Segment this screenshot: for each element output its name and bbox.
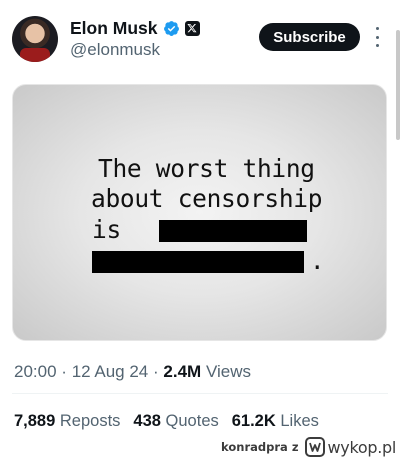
watermark-brand: wykop.pl — [327, 437, 397, 457]
scrollbar[interactable] — [396, 30, 400, 140]
tweet-header: Elon Musk @elonmusk Subscribe — [0, 0, 400, 80]
redaction-bar — [159, 220, 307, 242]
quotes-stat[interactable]: 438 Quotes — [133, 412, 218, 431]
reposts-label: Reposts — [59, 412, 121, 430]
watermark: konradpra z wykop.pl — [221, 437, 396, 457]
quotes-count: 438 — [133, 412, 161, 430]
likes-stat[interactable]: 61.2K Likes — [232, 412, 319, 431]
avatar[interactable] — [12, 16, 58, 62]
watermark-user: konradpra z — [221, 440, 299, 454]
subscribe-button[interactable]: Subscribe — [259, 23, 360, 51]
meta-separator: · — [153, 362, 159, 381]
engagement-stats: 7,889 Reposts 438 Quotes 61.2K Likes — [14, 412, 319, 431]
author-name-row: Elon Musk — [70, 17, 200, 39]
author-name[interactable]: Elon Musk — [70, 18, 158, 39]
likes-count: 61.2K — [231, 412, 276, 430]
x-logo-icon — [184, 20, 200, 36]
quotes-label: Quotes — [165, 412, 219, 430]
tweet-time[interactable]: 20:00 — [14, 362, 57, 381]
reposts-count: 7,889 — [14, 412, 56, 430]
divider — [12, 393, 388, 394]
reposts-stat[interactable]: 7,889 Reposts — [14, 412, 120, 431]
views-count: 2.4M — [163, 362, 202, 381]
image-text-period: . — [310, 247, 325, 275]
author-handle[interactable]: @elonmusk — [70, 40, 160, 60]
verified-badge-icon — [163, 20, 179, 36]
more-vertical-icon[interactable] — [373, 27, 381, 47]
image-text-line-3: is — [92, 215, 121, 244]
wykop-logo-icon — [304, 437, 325, 457]
image-text-line-2: about censorship — [91, 184, 323, 213]
redaction-bar — [92, 251, 304, 273]
image-text-line-1: The worst thing — [98, 154, 315, 183]
tweet-meta: 20:00 · 12 Aug 24 · 2.4M Views — [14, 362, 251, 382]
tweet-date[interactable]: 12 Aug 24 — [72, 362, 149, 381]
wykop-logo: wykop.pl — [304, 437, 397, 457]
likes-label: Likes — [280, 412, 319, 430]
tweet-image[interactable]: The worst thing about censorship is . — [12, 84, 387, 341]
meta-separator: · — [61, 362, 67, 381]
views-label: Views — [205, 362, 251, 381]
